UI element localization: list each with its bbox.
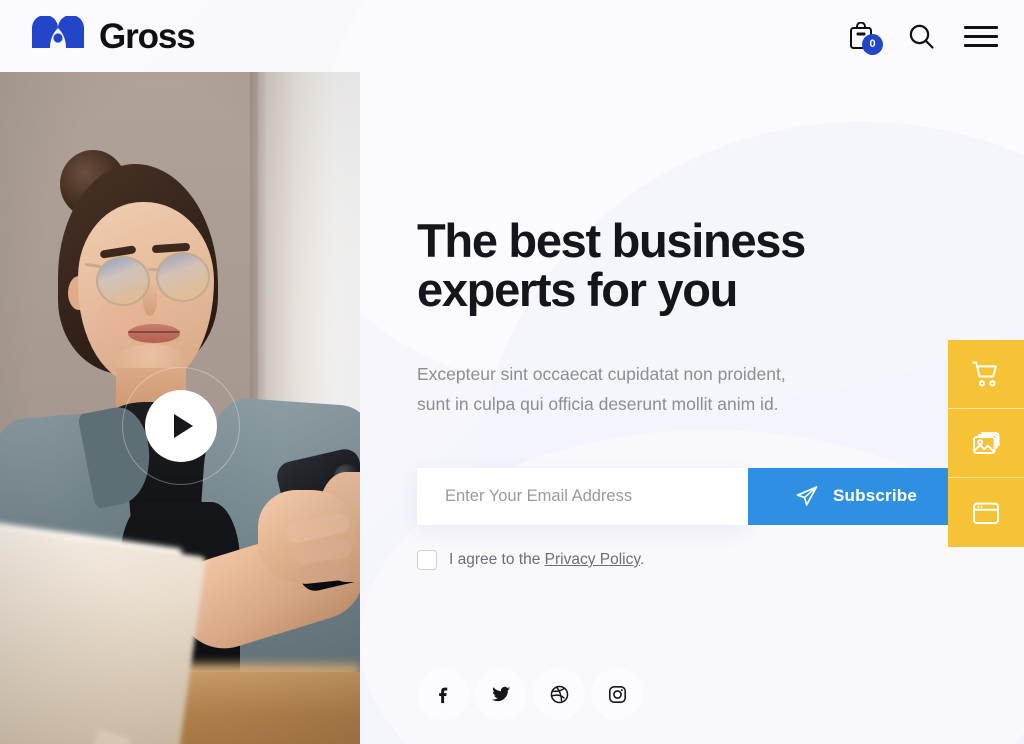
video-play-button[interactable]	[122, 367, 240, 485]
agree-prefix: I agree to the	[449, 550, 545, 568]
landing-page: Gross 0 The best business experts for yo…	[0, 0, 1024, 744]
social-links	[417, 668, 643, 720]
privacy-policy-link[interactable]: Privacy Policy	[545, 551, 640, 568]
brand-logo[interactable]: Gross	[30, 16, 196, 56]
subscribe-button[interactable]: Subscribe	[748, 467, 964, 525]
twitter-icon	[491, 686, 511, 702]
social-link-dribbble[interactable]	[533, 668, 585, 720]
brand-name: Gross	[99, 16, 196, 56]
shopping-cart-icon	[972, 361, 997, 387]
hamburger-menu-icon	[964, 25, 998, 47]
agree-suffix: .	[639, 550, 645, 568]
image-stack-icon	[973, 432, 1000, 454]
side-tab-strip	[948, 340, 1024, 547]
cart-count-badge: 0	[862, 34, 883, 55]
agree-checkbox[interactable]	[417, 549, 437, 570]
side-tab-cart[interactable]	[948, 340, 1024, 409]
social-link-facebook[interactable]	[417, 668, 469, 720]
browser-window-icon	[973, 502, 999, 524]
dribbble-icon	[550, 685, 568, 703]
site-header: Gross 0	[0, 0, 1024, 72]
email-input[interactable]	[417, 467, 748, 525]
side-tab-gallery[interactable]	[948, 409, 1024, 478]
social-link-instagram[interactable]	[591, 668, 643, 720]
search-button[interactable]	[904, 19, 938, 53]
cart-button[interactable]: 0	[844, 19, 883, 55]
page-title: The best business experts for you	[417, 214, 806, 317]
subscribe-button-label: Subscribe	[833, 486, 917, 506]
search-icon	[909, 24, 934, 49]
paper-plane-icon	[796, 486, 818, 507]
instagram-icon	[608, 685, 626, 703]
side-tab-layout[interactable]	[948, 478, 1024, 547]
hero-subtitle: Excepteur sint occaecat cupidatat non pr…	[417, 363, 786, 415]
header-actions: 0	[844, 19, 998, 55]
agree-text: I agree to the Privacy Policy.	[449, 551, 644, 569]
play-button-icon	[145, 390, 217, 462]
hero-content: The best business experts for you Except…	[417, 72, 977, 570]
subscribe-form: Subscribe	[417, 467, 977, 525]
gross-butterfly-logo-icon	[32, 16, 84, 48]
menu-button[interactable]	[964, 19, 998, 53]
privacy-consent-row: I agree to the Privacy Policy.	[417, 549, 977, 570]
social-link-twitter[interactable]	[475, 668, 527, 720]
facebook-icon	[439, 687, 448, 704]
